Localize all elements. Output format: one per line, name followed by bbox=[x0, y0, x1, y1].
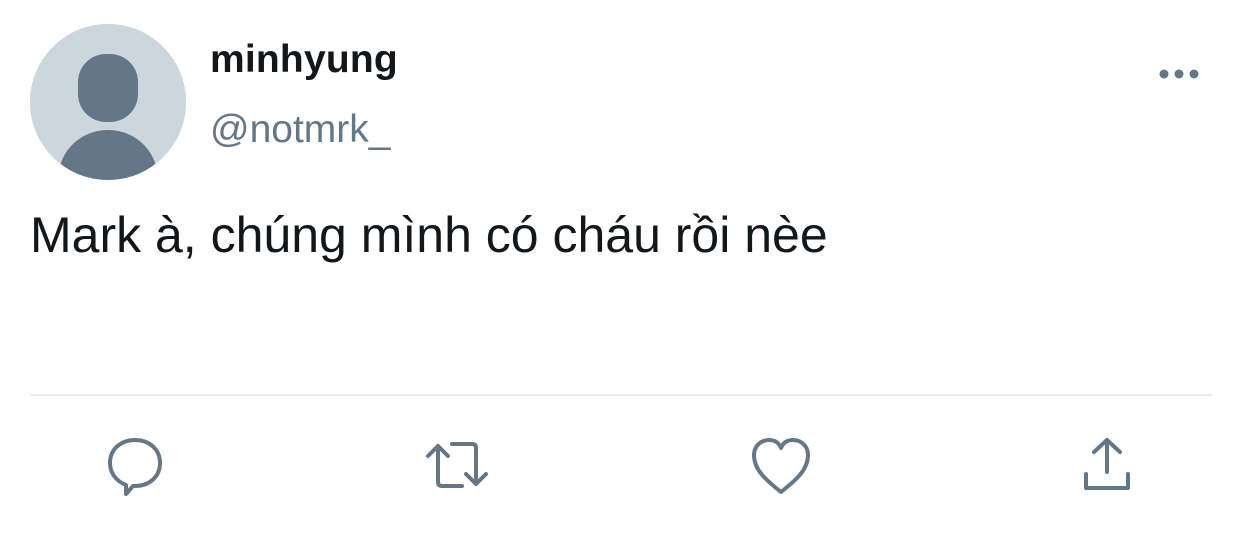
avatar[interactable] bbox=[30, 24, 186, 180]
retweet-button[interactable] bbox=[422, 430, 492, 500]
handle[interactable]: @notmrk_ bbox=[210, 108, 390, 152]
more-options-button[interactable] bbox=[1154, 56, 1204, 92]
share-icon bbox=[1084, 438, 1130, 490]
divider bbox=[30, 394, 1212, 396]
reply-button[interactable] bbox=[100, 430, 170, 500]
tweet-card: minhyung @notmrk_ Mark à, chúng mình có … bbox=[0, 0, 1242, 538]
more-options-icon bbox=[1159, 69, 1199, 79]
like-button[interactable] bbox=[746, 430, 816, 500]
default-avatar-icon bbox=[30, 24, 186, 180]
tweet-text: Mark à, chúng mình có cháu rồi nèe bbox=[30, 207, 828, 263]
display-name[interactable]: minhyung bbox=[210, 38, 398, 82]
reply-icon bbox=[108, 438, 162, 496]
retweet-icon bbox=[426, 442, 488, 488]
like-icon bbox=[752, 438, 810, 494]
share-button[interactable] bbox=[1072, 430, 1142, 500]
